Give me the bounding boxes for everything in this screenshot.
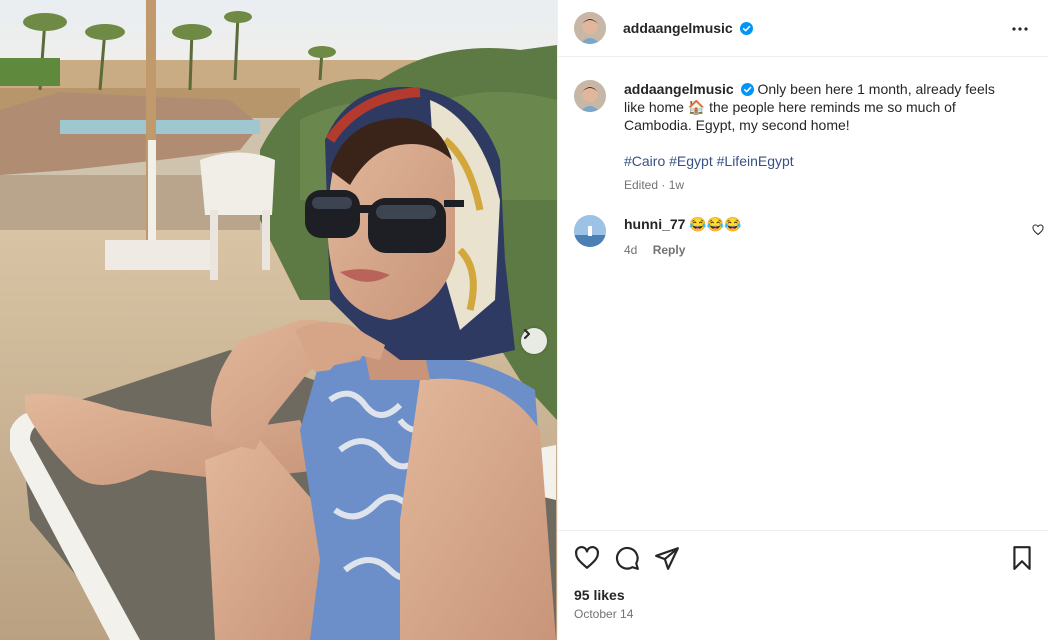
comment-actions: 4d Reply — [624, 241, 742, 259]
hashtag-link[interactable]: #Egypt — [669, 153, 713, 169]
caption-avatar[interactable] — [574, 80, 606, 112]
more-options-button[interactable] — [1010, 19, 1030, 39]
verified-badge-icon — [739, 22, 753, 35]
reply-button[interactable]: Reply — [653, 243, 686, 257]
action-bar — [574, 545, 694, 571]
comment-like-heart-icon[interactable] — [1032, 224, 1044, 236]
caption-body: addaangelmusic Only been here 1 month, a… — [624, 80, 1014, 194]
commenter-username[interactable]: hunni_77 — [624, 216, 685, 232]
avatar[interactable] — [574, 12, 606, 44]
post-sidebar: addaangelmusic addaangelmusic Only been … — [557, 0, 1048, 640]
more-horizontal-icon — [1012, 27, 1028, 31]
post-footer: 95 likes October 14 — [558, 530, 1048, 640]
likes-count[interactable]: 95 likes — [574, 587, 625, 603]
chevron-right-icon — [524, 329, 530, 339]
post-author-username[interactable]: addaangelmusic — [623, 20, 753, 36]
post-header: addaangelmusic — [558, 0, 1048, 57]
post-caption: addaangelmusic Only been here 1 month, a… — [574, 80, 1014, 194]
comment-time: 4d — [624, 243, 638, 257]
post-photo — [0, 0, 557, 640]
hashtag-list: #Cairo #Egypt #LifeinEgypt — [624, 152, 1014, 170]
comment-text: 😂😂😂 — [689, 216, 742, 232]
bookmark-icon[interactable] — [1009, 545, 1035, 571]
avatar-image — [574, 12, 606, 44]
commenter-avatar[interactable] — [574, 215, 606, 247]
avatar-image — [574, 80, 606, 112]
comment-item: hunni_77 😂😂😂 4d Reply — [574, 215, 1034, 259]
photo-illustration — [0, 0, 557, 640]
edited-timestamp: Edited · 1w — [624, 178, 685, 192]
next-photo-button[interactable] — [521, 328, 547, 354]
hashtag-link[interactable]: #Cairo — [624, 153, 665, 169]
comment-icon[interactable] — [614, 545, 640, 571]
comment-body: hunni_77 😂😂😂 4d Reply — [624, 215, 742, 259]
avatar-image — [574, 215, 606, 247]
post-date: October 14 — [574, 607, 634, 621]
username-text[interactable]: addaangelmusic — [623, 20, 733, 36]
share-icon[interactable] — [654, 545, 680, 571]
heart-icon[interactable] — [574, 545, 600, 571]
caption-username[interactable]: addaangelmusic — [624, 81, 734, 97]
verified-badge-icon — [740, 83, 754, 96]
hashtag-link[interactable]: #LifeinEgypt — [717, 153, 794, 169]
